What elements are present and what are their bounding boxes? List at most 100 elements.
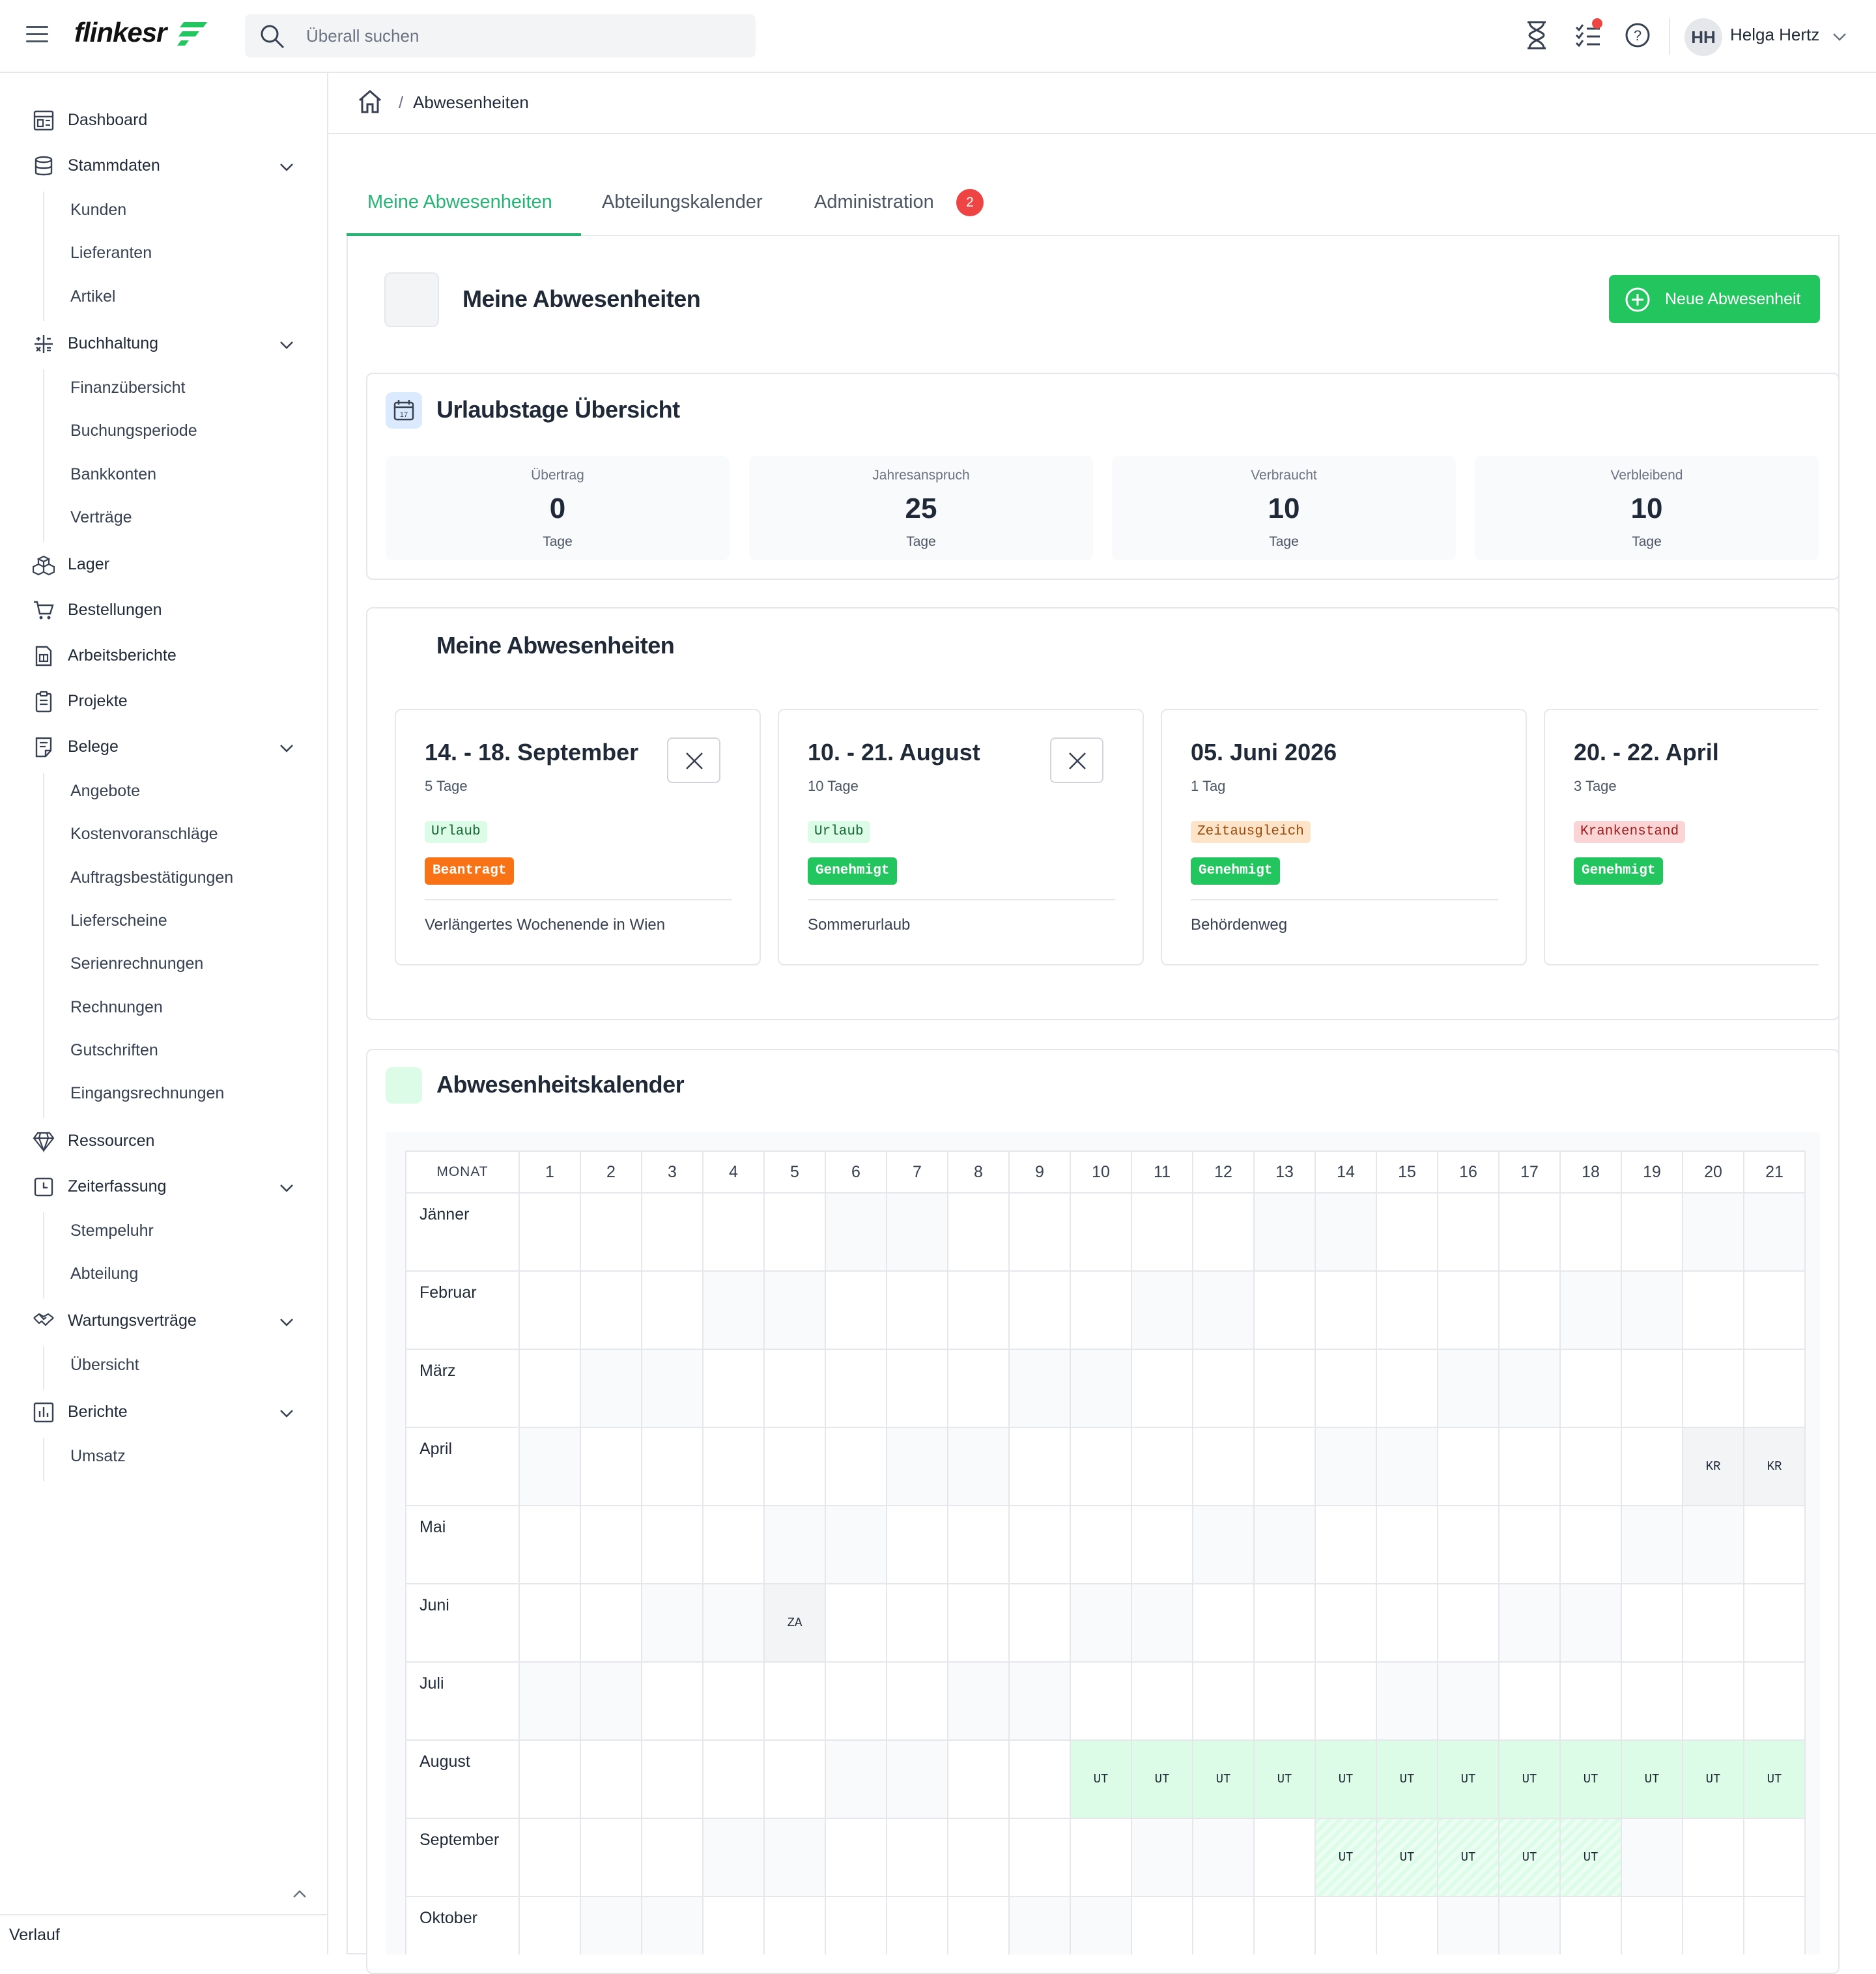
calendar-day-cell[interactable] — [1621, 1818, 1683, 1897]
chevron-down-icon[interactable] — [279, 159, 294, 175]
sidebar-item-stammdaten[interactable]: Stammdaten — [0, 146, 328, 185]
calendar-day-cell[interactable] — [1315, 1349, 1377, 1428]
calendar-day-cell[interactable] — [947, 1427, 1010, 1506]
calendar-day-cell[interactable] — [947, 1739, 1010, 1819]
sidebar-item-belege[interactable]: Belege — [0, 727, 328, 766]
chevron-down-icon[interactable] — [1832, 29, 1847, 44]
calendar-entry-kr[interactable]: KR — [1682, 1427, 1744, 1506]
calendar-day-cell[interactable] — [947, 1661, 1010, 1741]
calendar-day-cell[interactable] — [1192, 1505, 1255, 1584]
sidebar-subitem-abteilung[interactable]: Abteilung — [0, 1255, 328, 1292]
calendar-day-cell[interactable] — [1315, 1583, 1377, 1663]
calendar-day-cell[interactable] — [580, 1427, 642, 1506]
calendar-day-cell[interactable] — [1131, 1505, 1193, 1584]
calendar-day-cell[interactable] — [1621, 1896, 1683, 1954]
calendar-day-cell[interactable] — [825, 1661, 887, 1741]
calendar-day-cell[interactable] — [1437, 1192, 1499, 1272]
calendar-entry-ut[interactable]: UT — [1315, 1739, 1377, 1819]
calendar-day-cell[interactable] — [1559, 1192, 1622, 1272]
calendar-day-cell[interactable] — [519, 1270, 581, 1350]
calendar-day-cell[interactable] — [763, 1505, 826, 1584]
calendar-day-cell[interactable] — [825, 1349, 887, 1428]
calendar-day-cell[interactable] — [947, 1270, 1010, 1350]
calendar-day-cell[interactable] — [1376, 1270, 1438, 1350]
calendar-day-cell[interactable] — [641, 1583, 704, 1663]
calendar-day-cell[interactable] — [1315, 1192, 1377, 1272]
calendar-day-cell[interactable] — [1621, 1270, 1683, 1350]
calendar-day-cell[interactable] — [1253, 1818, 1316, 1897]
calendar-day-cell[interactable] — [1682, 1661, 1744, 1741]
calendar-day-cell[interactable] — [1008, 1427, 1071, 1506]
calendar-day-cell[interactable] — [1376, 1349, 1438, 1428]
sidebar-item-lager[interactable]: Lager — [0, 545, 328, 584]
calendar-day-cell[interactable] — [1315, 1270, 1377, 1350]
calendar-day-cell[interactable] — [519, 1192, 581, 1272]
sidebar-item-projekte[interactable]: Projekte — [0, 681, 328, 721]
calendar-entry-kr[interactable]: KR — [1743, 1427, 1806, 1506]
calendar-entry-ut[interactable]: UT — [1131, 1739, 1193, 1819]
sidebar-subitem-kostenvoranschlaege[interactable]: Kostenvoranschläge — [0, 816, 328, 852]
calendar-day-cell[interactable] — [1008, 1349, 1071, 1428]
calendar-day-cell[interactable] — [1437, 1270, 1499, 1350]
calendar-day-cell[interactable] — [1621, 1427, 1683, 1506]
calendar-day-cell[interactable] — [1192, 1270, 1255, 1350]
calendar-day-cell[interactable] — [1743, 1192, 1806, 1272]
sidebar-subitem-stempeluhr[interactable]: Stempeluhr — [0, 1212, 328, 1249]
calendar-day-cell[interactable] — [1008, 1192, 1071, 1272]
calendar-day-cell[interactable] — [763, 1427, 826, 1506]
absence-card[interactable]: 10. - 21. August 10 Tage Urlaub Genehmig… — [778, 709, 1144, 966]
calendar-entry-ut[interactable]: UT — [1498, 1818, 1561, 1897]
calendar-day-cell[interactable] — [1253, 1349, 1316, 1428]
sidebar-subitem-auftragsbestaetigungen[interactable]: Auftragsbestätigungen — [0, 859, 328, 896]
calendar-day-cell[interactable] — [1682, 1349, 1744, 1428]
sidebar-item-berichte[interactable]: Berichte — [0, 1392, 328, 1431]
calendar-day-cell[interactable] — [1559, 1661, 1622, 1741]
calendar-day-cell[interactable] — [763, 1818, 826, 1897]
calendar-day-cell[interactable] — [1253, 1192, 1316, 1272]
calendar-day-cell[interactable] — [1743, 1661, 1806, 1741]
calendar-day-cell[interactable] — [1008, 1818, 1071, 1897]
calendar-day-cell[interactable] — [1131, 1427, 1193, 1506]
calendar-day-cell[interactable] — [886, 1505, 948, 1584]
calendar-day-cell[interactable] — [886, 1818, 948, 1897]
calendar-day-cell[interactable] — [1437, 1427, 1499, 1506]
sidebar-subitem-lieferscheine[interactable]: Lieferscheine — [0, 902, 328, 939]
sidebar-subitem-rechnungen[interactable]: Rechnungen — [0, 989, 328, 1025]
calendar-entry-ut[interactable]: UT — [1621, 1739, 1683, 1819]
calendar-day-cell[interactable] — [1131, 1192, 1193, 1272]
chevron-down-icon[interactable] — [279, 1314, 294, 1330]
calendar-entry-ut[interactable]: UT — [1376, 1818, 1438, 1897]
calendar-day-cell[interactable] — [1253, 1661, 1316, 1741]
calendar-day-cell[interactable] — [1621, 1192, 1683, 1272]
calendar-day-cell[interactable] — [1008, 1661, 1071, 1741]
chevron-down-icon[interactable] — [279, 337, 294, 352]
calendar-day-cell[interactable] — [886, 1192, 948, 1272]
calendar-day-cell[interactable] — [641, 1661, 704, 1741]
calendar-day-cell[interactable] — [1070, 1505, 1132, 1584]
calendar-day-cell[interactable] — [886, 1896, 948, 1954]
sidebar-subitem-bankkonten[interactable]: Bankkonten — [0, 456, 328, 493]
sidebar-subitem-uebersicht[interactable]: Übersicht — [0, 1347, 328, 1383]
sidebar-subitem-lieferanten[interactable]: Lieferanten — [0, 235, 328, 271]
calendar-entry-ut[interactable]: UT — [1498, 1739, 1561, 1819]
calendar-day-cell[interactable] — [825, 1818, 887, 1897]
calendar-day-cell[interactable] — [702, 1427, 765, 1506]
calendar-day-cell[interactable] — [580, 1270, 642, 1350]
calendar-day-cell[interactable] — [1376, 1505, 1438, 1584]
calendar-day-cell[interactable] — [947, 1583, 1010, 1663]
cancel-absence-button[interactable] — [667, 737, 720, 783]
sidebar-item-zeiterfassung[interactable]: Zeiterfassung — [0, 1167, 328, 1206]
calendar-day-cell[interactable] — [1253, 1583, 1316, 1663]
calendar-day-cell[interactable] — [763, 1896, 826, 1954]
calendar-day-cell[interactable] — [1498, 1896, 1561, 1954]
calendar-entry-za[interactable]: ZA — [763, 1583, 826, 1663]
hourglass-icon[interactable] — [1526, 21, 1548, 50]
calendar-entry-ut[interactable]: UT — [1192, 1739, 1255, 1819]
calendar-day-cell[interactable] — [1437, 1896, 1499, 1954]
calendar-day-cell[interactable] — [1743, 1583, 1806, 1663]
calendar-day-cell[interactable] — [1131, 1583, 1193, 1663]
search-input[interactable]: Überall suchen — [245, 14, 756, 57]
sidebar-item-bestellungen[interactable]: Bestellungen — [0, 590, 328, 629]
calendar-day-cell[interactable] — [702, 1896, 765, 1954]
calendar-day-cell[interactable] — [947, 1349, 1010, 1428]
